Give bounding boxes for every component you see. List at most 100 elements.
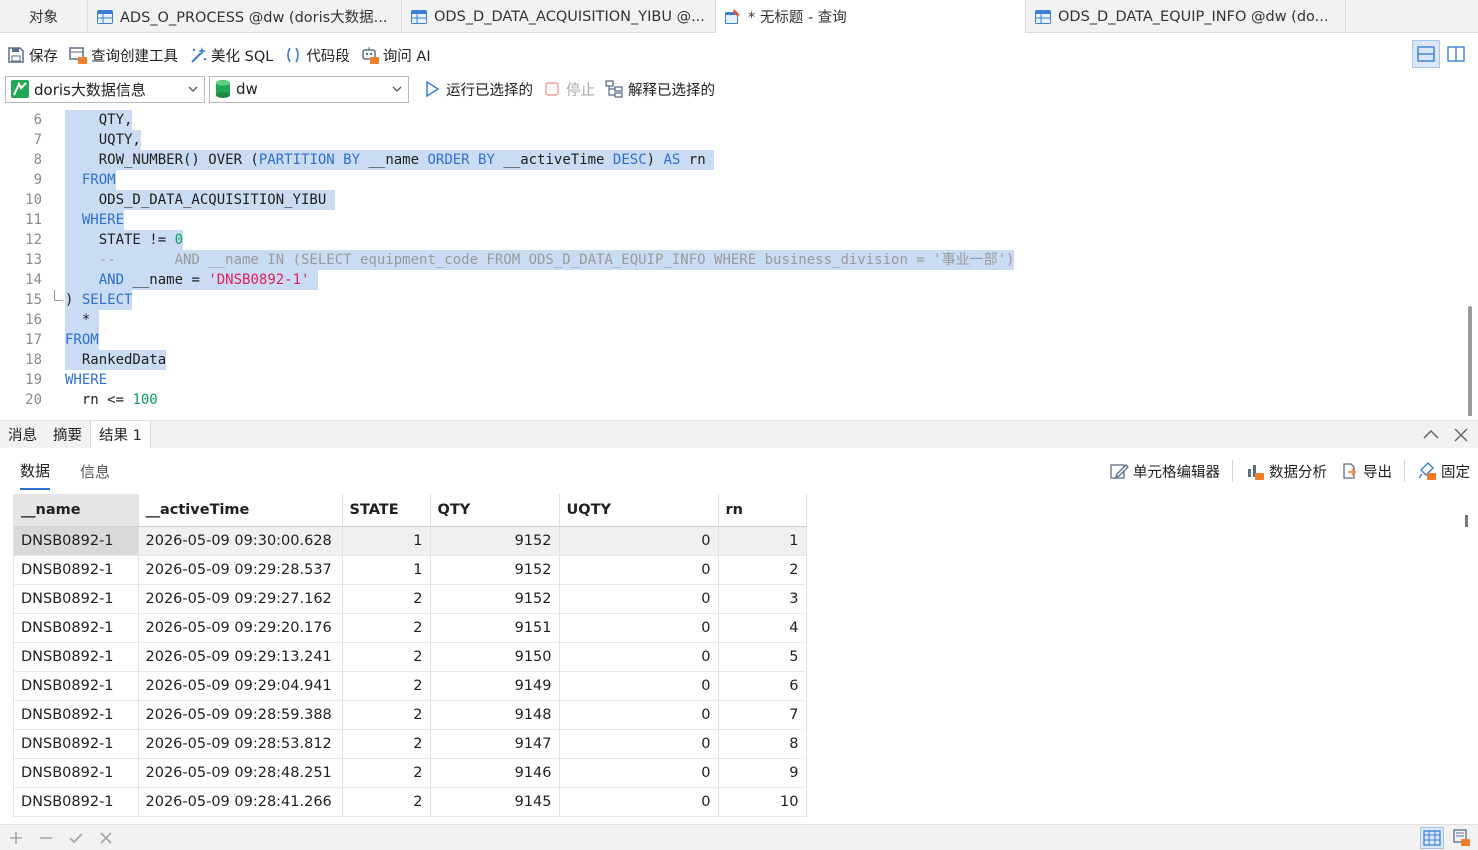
table-row[interactable]: DNSB0892-1 2026-05-09 09:29:27.162 2 9152 0 3 [14,584,807,614]
table-cell[interactable]: DNSB0892-1 [14,758,139,788]
result-grid[interactable]: __name __activeTime STATE QTY UQTY rn DNSB089… [14,494,807,817]
table-cell[interactable]: 2026-05-09 09:29:13.241 [138,642,343,672]
close-panel-icon[interactable] [1452,426,1470,444]
editor-line[interactable]: 11 WHERE [0,210,1460,230]
editor-line[interactable]: 15) SELECT [0,290,1460,310]
table-row[interactable]: DNSB0892-1 2026-05-09 09:29:28.537 1 9152 0 2 [14,555,807,585]
table-cell[interactable]: 2 [342,787,431,817]
editor-scrollbar[interactable] [1468,306,1472,416]
editor-line[interactable]: 14 AND __name = 'DNSB0892-1' [0,270,1460,290]
save-button[interactable]: 保存 [6,45,58,66]
table-cell[interactable]: 9 [718,758,807,788]
tab-result-1[interactable]: 结果 1 [90,421,151,448]
table-cell[interactable]: 0 [559,700,719,730]
editor-line[interactable]: 16 * [0,310,1460,330]
table-cell[interactable]: 1 [342,555,431,585]
table-cell[interactable]: DNSB0892-1 [14,642,139,672]
table-cell[interactable]: 9152 [430,526,560,556]
table-cell[interactable]: 1 [718,526,807,556]
apply-changes-button[interactable] [66,828,86,848]
table-cell[interactable]: 0 [559,758,719,788]
table-cell[interactable]: 2 [718,555,807,585]
editor-line[interactable]: 20 rn <= 100 [0,390,1460,410]
table-cell[interactable]: 5 [718,642,807,672]
editor-line[interactable]: 13 -- AND __name IN (SELECT equipment_co… [0,250,1460,270]
delete-record-button[interactable] [36,828,56,848]
table-cell[interactable]: 2026-05-09 09:29:04.941 [138,671,343,701]
table-cell[interactable]: 9147 [430,729,560,759]
table-cell[interactable]: 8 [718,729,807,759]
table-row[interactable]: DNSB0892-1 2026-05-09 09:30:00.628 1 9152 0 1 [14,526,807,556]
run-selected-button[interactable]: 运行已选择的 [423,79,533,100]
table-cell[interactable]: 6 [718,671,807,701]
table-cell[interactable]: DNSB0892-1 [14,787,139,817]
table-cell[interactable]: 0 [559,526,719,556]
table-cell[interactable]: 0 [559,584,719,614]
cell-editor-button[interactable]: 单元格编辑器 [1109,461,1220,482]
editor-line[interactable]: 9 FROM [0,170,1460,190]
table-cell[interactable]: 10 [718,787,807,817]
tab-objects[interactable]: 对象 [0,0,88,33]
table-cell[interactable]: 0 [559,555,719,585]
column-header[interactable]: __name [14,494,139,527]
tab-ads-o-process[interactable]: ADS_O_PROCESS @dw (doris大数据... [88,0,402,33]
column-header[interactable]: rn [718,494,807,527]
editor-line[interactable]: 10 ODS_D_DATA_ACQUISITION_YIBU [0,190,1460,210]
table-cell[interactable]: 2026-05-09 09:28:53.812 [138,729,343,759]
table-cell[interactable]: 2 [342,671,431,701]
tab-ods-d-data-acquisition-yibu[interactable]: ODS_D_DATA_ACQUISITION_YIBU @... [402,0,716,33]
table-row[interactable]: DNSB0892-1 2026-05-09 09:29:04.941 2 9149 0 6 [14,671,807,701]
query-builder-button[interactable]: 查询创建工具 [68,45,178,66]
table-cell[interactable]: 2026-05-09 09:30:00.628 [138,526,343,556]
table-row[interactable]: DNSB0892-1 2026-05-09 09:28:48.251 2 9146 0 9 [14,758,807,788]
table-cell[interactable]: 1 [342,526,431,556]
export-button[interactable]: 导出 [1339,461,1392,482]
table-cell[interactable]: 2026-05-09 09:29:28.537 [138,555,343,585]
table-cell[interactable]: 9149 [430,671,560,701]
layout-horizontal-split-button[interactable] [1412,40,1440,68]
database-select[interactable]: dw [209,75,409,103]
table-cell[interactable]: DNSB0892-1 [14,555,139,585]
table-cell[interactable]: 2026-05-09 09:28:59.388 [138,700,343,730]
code-snippet-button[interactable]: 代码段 [283,45,350,66]
table-cell[interactable]: 0 [559,787,719,817]
table-cell[interactable]: 4 [718,613,807,643]
ask-ai-button[interactable]: 询问 AI [360,45,431,66]
table-cell[interactable]: 2 [342,613,431,643]
editor-line[interactable]: 18 RankedData [0,350,1460,370]
pin-button[interactable]: 固定 [1417,461,1470,482]
table-row[interactable]: DNSB0892-1 2026-05-09 09:28:59.388 2 9148 0 7 [14,700,807,730]
table-cell[interactable]: 9152 [430,555,560,585]
connection-select[interactable]: doris大数据信息 [5,75,205,103]
table-row[interactable]: DNSB0892-1 2026-05-09 09:29:20.176 2 9151 0 4 [14,613,807,643]
table-cell[interactable]: 2 [342,642,431,672]
table-cell[interactable]: 0 [559,642,719,672]
beautify-sql-button[interactable]: 美化 SQL [188,45,273,66]
table-row[interactable]: DNSB0892-1 2026-05-09 09:29:13.241 2 9150 0 5 [14,642,807,672]
table-cell[interactable]: DNSB0892-1 [14,700,139,730]
column-header[interactable]: STATE [342,494,431,527]
tab-ods-d-data-equip-info[interactable]: ODS_D_DATA_EQUIP_INFO @dw (do... [1026,0,1346,33]
explain-selected-button[interactable]: 解释已选择的 [605,79,715,100]
editor-line[interactable]: 17 FROM [0,330,1460,350]
table-cell[interactable]: 0 [559,613,719,643]
table-cell[interactable]: 9150 [430,642,560,672]
grid-scrollbar[interactable] [1465,515,1468,527]
tab-messages[interactable]: 消息 [0,421,45,448]
table-cell[interactable]: 2026-05-09 09:28:48.251 [138,758,343,788]
table-cell[interactable]: 2 [342,584,431,614]
table-cell[interactable]: 9146 [430,758,560,788]
grid-view-button[interactable] [1420,827,1444,849]
table-cell[interactable]: 0 [559,729,719,759]
table-cell[interactable]: 9148 [430,700,560,730]
table-cell[interactable]: DNSB0892-1 [14,584,139,614]
row-selector-gutter[interactable] [0,494,14,818]
sql-editor[interactable]: 6 QTY, 7 UQTY, 8 ROW_NUMBER() OVER (PARTIT… [0,110,1478,416]
editor-line[interactable]: 19 WHERE [0,370,1460,390]
column-header[interactable]: QTY [430,494,560,527]
table-cell[interactable]: 0 [559,671,719,701]
table-cell[interactable]: 2 [342,700,431,730]
table-cell[interactable]: DNSB0892-1 [14,671,139,701]
tab-summary[interactable]: 摘要 [45,421,90,448]
data-analysis-button[interactable]: 数据分析 [1245,461,1327,482]
